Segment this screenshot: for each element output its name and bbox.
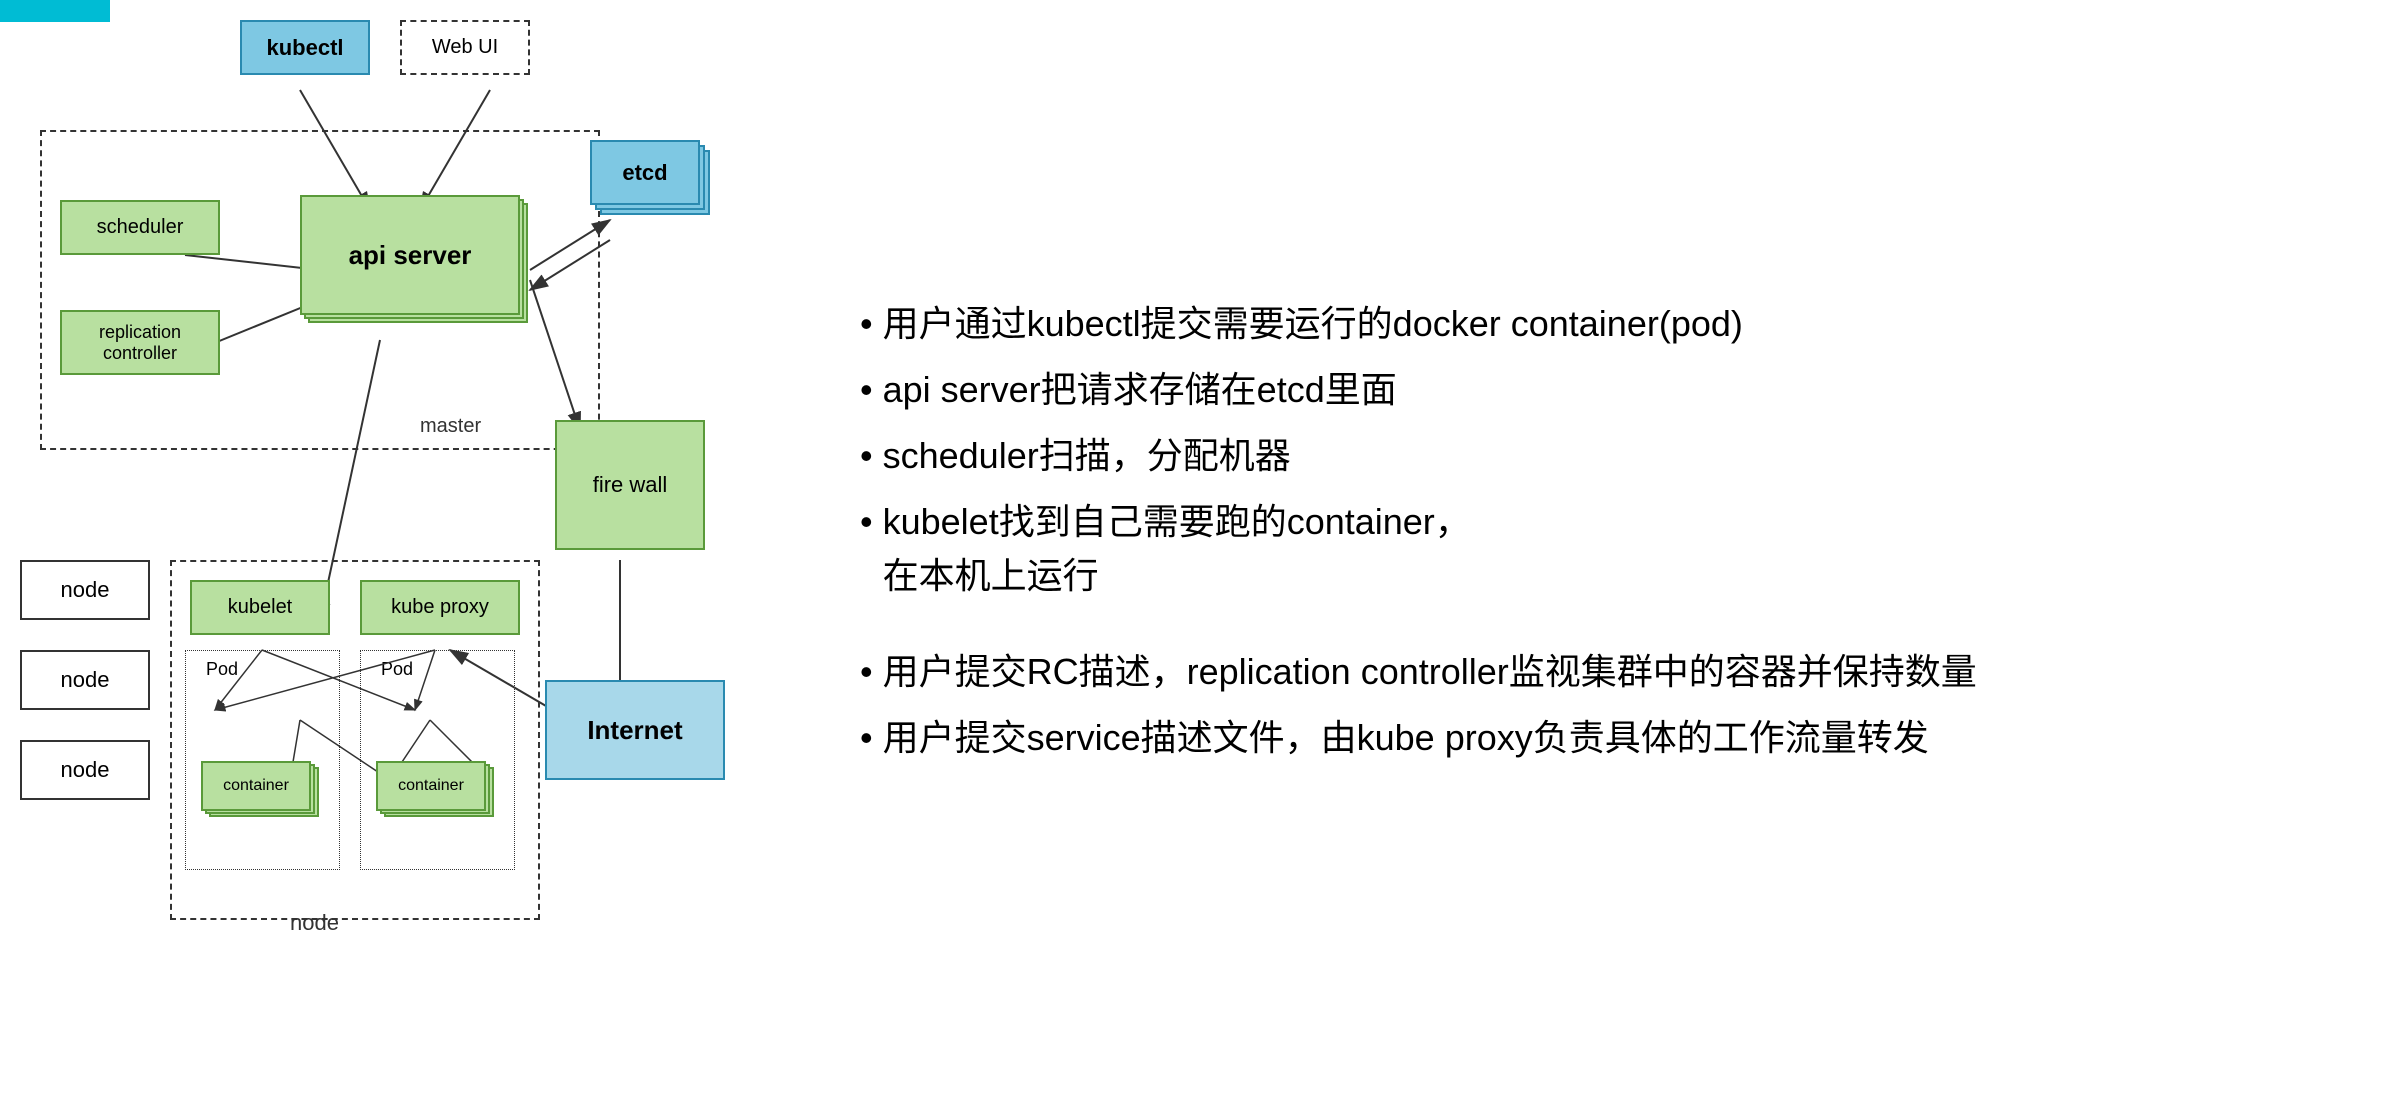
- bullet-group-2: • 用户提交RC描述，replication controller监视集群中的容…: [860, 645, 2352, 777]
- bullet-2: • api server把请求存储在etcd里面: [860, 363, 2352, 417]
- kube-proxy-box: kube proxy: [360, 580, 520, 635]
- node-box-1: node: [20, 560, 150, 620]
- master-label: master: [420, 415, 481, 438]
- bullet-4: • kubelet找到自己需要跑的container，在本机上运行: [860, 495, 2352, 603]
- pod-area-1: Pod container: [185, 650, 340, 870]
- top-bar: [0, 0, 110, 22]
- bullet-5: • 用户提交RC描述，replication controller监视集群中的容…: [860, 645, 2352, 699]
- pod-label-1: Pod: [206, 659, 238, 680]
- kubelet-box: kubelet: [190, 580, 330, 635]
- bullet-group-1: • 用户通过kubectl提交需要运行的docker container(pod…: [860, 297, 2352, 615]
- right-section: • 用户通过kubectl提交需要运行的docker container(pod…: [820, 0, 2392, 1104]
- bullet-3: • scheduler扫描，分配机器: [860, 429, 2352, 483]
- kubectl-box: kubectl: [240, 20, 370, 75]
- node-box-2: node: [20, 650, 150, 710]
- bullet-1: • 用户通过kubectl提交需要运行的docker container(pod…: [860, 297, 2352, 351]
- webui-box: Web UI: [400, 20, 530, 75]
- bullet-6: • 用户提交service描述文件，由kube proxy负责具体的工作流量转发: [860, 711, 2352, 765]
- pod-label-2: Pod: [381, 659, 413, 680]
- firewall-box: fire wall: [555, 420, 705, 550]
- replication-controller-box: replication controller: [60, 310, 220, 375]
- internet-box: Internet: [545, 680, 725, 780]
- node-bottom-label: node: [290, 910, 339, 936]
- diagram-section: kubectl Web UI master scheduler replicat…: [0, 0, 820, 1104]
- node-box-3: node: [20, 740, 150, 800]
- scheduler-box: scheduler: [60, 200, 220, 255]
- pod-area-2: Pod container: [360, 650, 515, 870]
